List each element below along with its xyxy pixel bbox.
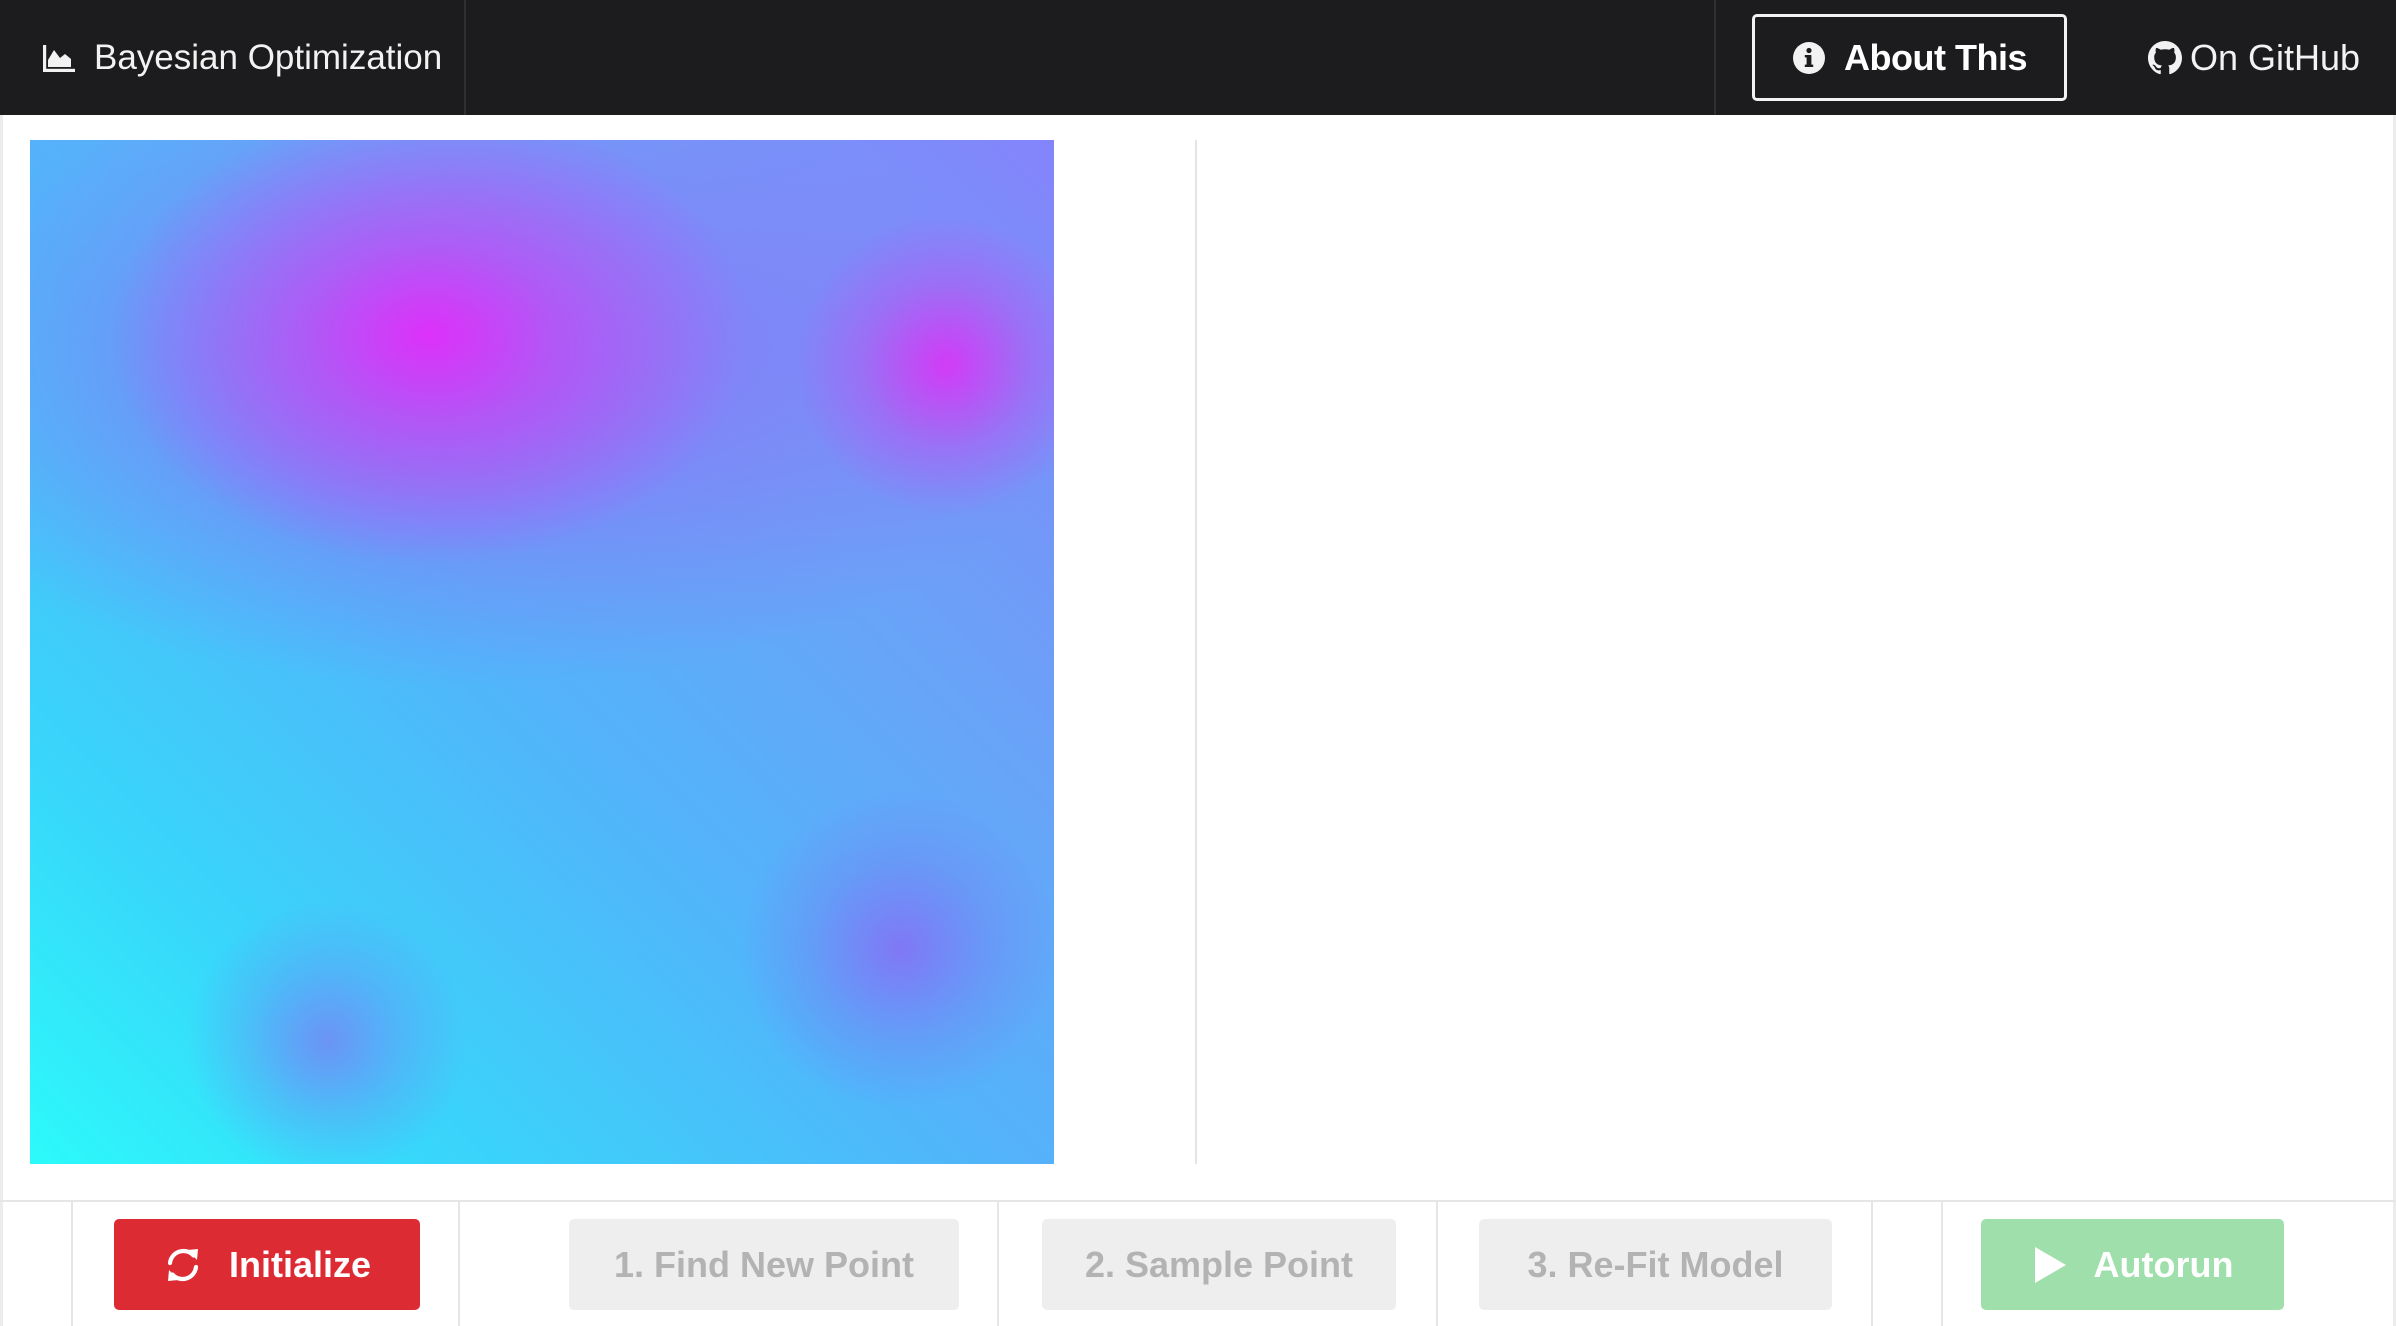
toolbar-separator [458, 1202, 460, 1326]
sample-point-button[interactable]: 2. Sample Point [1042, 1219, 1396, 1310]
autorun-button-label: Autorun [2093, 1243, 2234, 1285]
toolbar-separator [1871, 1202, 1873, 1326]
brand-link[interactable]: Bayesian Optimization [0, 0, 466, 115]
left-edge-border [0, 115, 3, 1326]
toolbar-separator [1436, 1202, 1438, 1326]
find-new-point-button[interactable]: 1. Find New Point [569, 1219, 959, 1310]
top-navbar: Bayesian Optimization About This On GitH… [0, 0, 2396, 115]
github-link[interactable]: On GitHub [2148, 30, 2360, 86]
refit-model-button[interactable]: 3. Re-Fit Model [1479, 1219, 1832, 1310]
github-icon [2148, 41, 2182, 75]
initialize-button[interactable]: Initialize [114, 1219, 420, 1310]
github-link-label: On GitHub [2190, 37, 2361, 78]
area-chart-icon [43, 44, 75, 72]
find-new-point-label: 1. Find New Point [613, 1243, 914, 1285]
info-circle-icon [1793, 41, 1826, 74]
refresh-icon [167, 1248, 199, 1281]
toolbar-separator [1941, 1202, 1943, 1326]
initialize-button-label: Initialize [228, 1243, 372, 1285]
about-button[interactable]: About This [1752, 14, 2067, 101]
play-icon [2034, 1246, 2066, 1283]
sample-point-label: 2. Sample Point [1084, 1243, 1354, 1285]
objective-heatmap[interactable] [30, 140, 1054, 1164]
brand-title: Bayesian Optimization [94, 37, 443, 77]
refit-model-label: 3. Re-Fit Model [1527, 1243, 1784, 1285]
about-button-label: About This [1844, 36, 2027, 78]
toolbar-separator [997, 1202, 999, 1326]
model-plot-panel [1197, 140, 2363, 1164]
toolbar-separator [71, 1202, 73, 1326]
autorun-button[interactable]: Autorun [1981, 1219, 2284, 1310]
